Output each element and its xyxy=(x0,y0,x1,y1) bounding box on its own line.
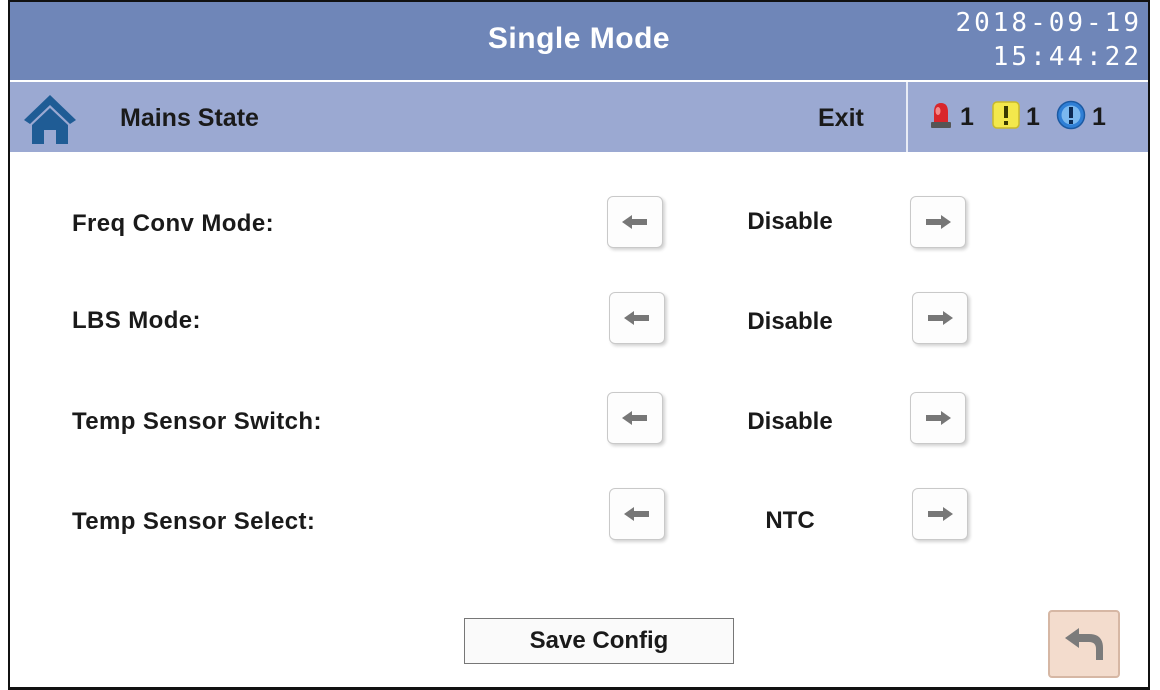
critical-alarm-count: 1 xyxy=(960,102,974,131)
arrow-left-icon xyxy=(624,507,649,521)
freq-conv-mode-label: Freq Conv Mode: xyxy=(72,210,274,237)
freq-conv-mode-value: Disable xyxy=(747,208,833,235)
datetime-display: 2018-09-19 15:44:22 xyxy=(955,6,1142,74)
temp-sensor-switch-label: Temp Sensor Switch: xyxy=(72,408,322,435)
lbs-mode-label: LBS Mode: xyxy=(72,307,201,334)
yellow-warning-icon xyxy=(992,100,1020,134)
exit-button[interactable]: Exit xyxy=(818,104,864,133)
save-config-button[interactable]: Save Config xyxy=(464,618,734,664)
date-text: 2018-09-19 xyxy=(955,8,1142,38)
mains-state-label: Mains State xyxy=(120,104,259,132)
title-bar: Single Mode 2018-09-19 15:44:22 xyxy=(10,0,1148,80)
undo-arrow-icon xyxy=(1065,628,1103,660)
info-alarm-count: 1 xyxy=(1092,102,1106,131)
info-alarm-indicator[interactable]: 1 xyxy=(1056,100,1106,134)
arrow-right-icon xyxy=(928,507,953,521)
arrow-right-icon xyxy=(926,411,951,425)
lbs-mode-next-button[interactable] xyxy=(912,292,968,344)
critical-alarm-indicator[interactable]: 1 xyxy=(928,100,974,134)
home-icon[interactable] xyxy=(22,92,78,146)
warning-alarm-count: 1 xyxy=(1026,102,1040,131)
lbs-mode-prev-button[interactable] xyxy=(609,292,665,344)
time-text: 15:44:22 xyxy=(992,42,1142,72)
temp-sensor-select-label: Temp Sensor Select: xyxy=(72,508,316,535)
sub-header-bar: Mains State Exit 1 1 1 xyxy=(10,82,1148,152)
lbs-mode-value: Disable xyxy=(747,308,833,335)
arrow-right-icon xyxy=(928,311,953,325)
red-alarm-light-icon xyxy=(928,100,954,135)
warning-alarm-indicator[interactable]: 1 xyxy=(992,100,1040,134)
temp-sensor-select-prev-button[interactable] xyxy=(609,488,665,540)
freq-conv-mode-prev-button[interactable] xyxy=(607,196,663,248)
temp-sensor-switch-value: Disable xyxy=(747,408,833,435)
blue-info-icon xyxy=(1056,100,1086,135)
arrow-left-icon xyxy=(622,411,647,425)
arrow-left-icon xyxy=(624,311,649,325)
temp-sensor-switch-next-button[interactable] xyxy=(910,392,966,444)
subheader-divider xyxy=(906,82,908,152)
freq-conv-mode-next-button[interactable] xyxy=(910,196,966,248)
arrow-right-icon xyxy=(926,215,951,229)
temp-sensor-select-next-button[interactable] xyxy=(912,488,968,540)
temp-sensor-switch-prev-button[interactable] xyxy=(607,392,663,444)
back-button[interactable] xyxy=(1048,610,1120,678)
arrow-left-icon xyxy=(622,215,647,229)
temp-sensor-select-value: NTC xyxy=(765,507,815,534)
